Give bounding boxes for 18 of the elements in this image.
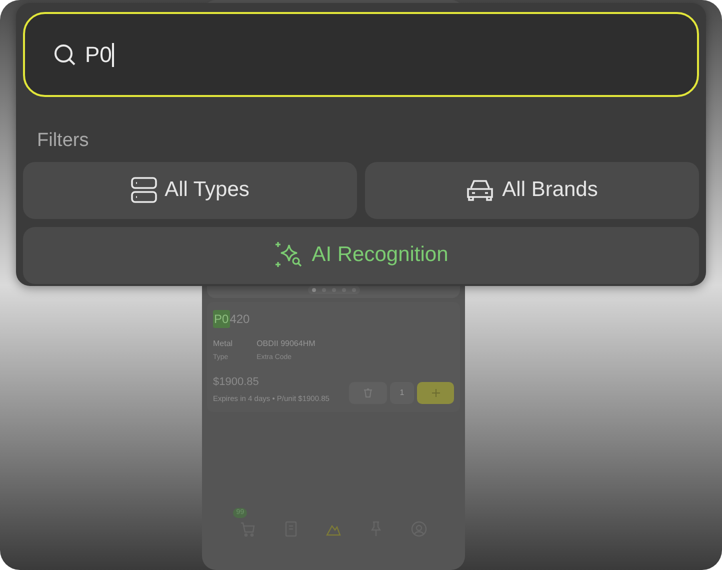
spec-value: Metal	[213, 338, 233, 350]
filter-button[interactable]: All Types	[23, 162, 357, 218]
car-icon	[466, 179, 494, 201]
spec-value: OBDII 99064HM	[256, 338, 316, 350]
search-text: P0	[85, 41, 112, 69]
text-cursor	[112, 42, 114, 66]
trash-icon	[363, 388, 373, 398]
search-icon	[53, 42, 77, 66]
search-field[interactable]: P0	[23, 12, 699, 97]
filter-button[interactable]: All Brands	[365, 162, 699, 218]
plus-icon	[432, 389, 440, 398]
filters-label: Filters	[37, 129, 90, 153]
highlighted-match: P0	[213, 310, 230, 328]
sparkle-search-icon	[274, 241, 304, 269]
add-button[interactable]	[417, 382, 454, 404]
delete-button[interactable]	[349, 382, 387, 404]
filter-button[interactable]: AI Recognition	[23, 226, 699, 284]
server-icon	[130, 177, 157, 203]
